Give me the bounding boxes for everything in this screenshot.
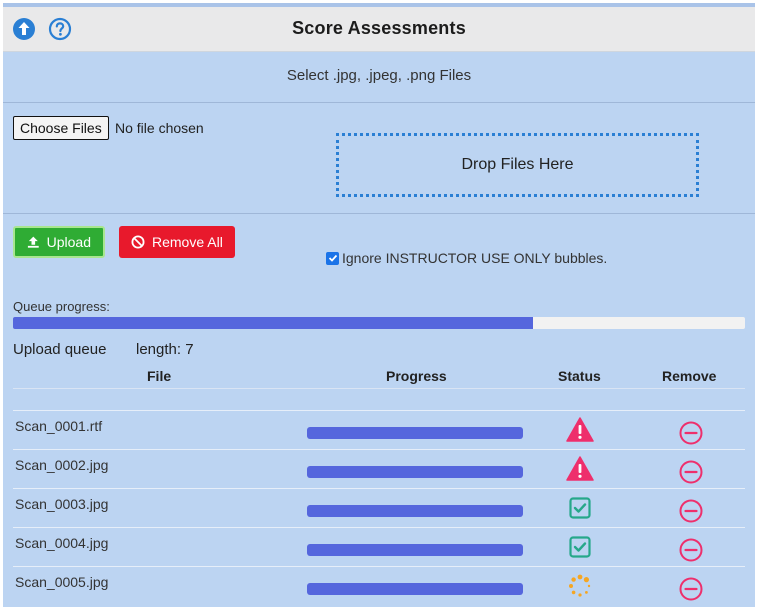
warning-icon — [566, 455, 594, 483]
file-name: Scan_0004.jpg — [15, 535, 109, 551]
table-row: Scan_0005.jpg — [13, 566, 745, 606]
warning-icon — [566, 416, 594, 444]
file-progress-fill — [307, 505, 523, 517]
checkmark-icon — [328, 254, 337, 262]
file-name: Scan_0003.jpg — [15, 496, 109, 512]
file-status-text: No file chosen — [115, 120, 204, 136]
page-title: Score Assessments — [292, 18, 466, 38]
table-row: Scan_0002.jpg — [13, 449, 745, 489]
score-assessments-panel: Score Assessments Select .jpg, .jpeg, .p… — [3, 3, 755, 607]
file-progress-bar — [307, 505, 523, 517]
queue-progress-fill — [13, 317, 533, 329]
upload-label: Upload — [46, 234, 91, 250]
remove-icon[interactable] — [678, 459, 704, 485]
remove-icon[interactable] — [678, 420, 704, 446]
upload-icon — [27, 236, 39, 248]
column-header-file: File — [147, 368, 172, 384]
column-header-progress: Progress — [386, 368, 447, 384]
table-row: Scan_0003.jpg — [13, 488, 745, 528]
upload-queue-title: Upload queue — [13, 341, 107, 358]
column-header-remove: Remove — [662, 368, 717, 384]
ban-icon — [131, 235, 145, 249]
file-progress-bar — [307, 427, 523, 439]
choose-files-button[interactable]: Choose Files — [13, 116, 109, 140]
check-square-icon — [566, 494, 594, 522]
file-name: Scan_0001.rtf — [15, 418, 103, 434]
remove-icon[interactable] — [678, 576, 704, 602]
table-row: Scan_0004.jpg — [13, 527, 745, 567]
file-types-hint: Select .jpg, .jpeg, .png Files — [286, 67, 472, 84]
drop-zone[interactable]: Drop Files Here — [336, 133, 699, 197]
file-name: Scan_0002.jpg — [15, 457, 109, 473]
remove-icon[interactable] — [678, 498, 704, 524]
file-progress-fill — [307, 583, 523, 595]
titlebar: Score Assessments — [3, 7, 755, 52]
file-progress-bar — [307, 583, 523, 595]
remove-all-label: Remove All — [152, 234, 223, 250]
check-square-icon — [566, 533, 594, 561]
ignore-instructor-checkbox[interactable] — [326, 251, 339, 265]
file-progress-fill — [307, 427, 523, 439]
file-progress-fill — [307, 466, 523, 478]
spinner-icon — [566, 572, 594, 600]
queue-progress-bar — [13, 317, 745, 329]
drop-zone-label: Drop Files Here — [461, 156, 574, 173]
column-header-status: Status — [558, 368, 601, 384]
queue-length: length: 7 — [136, 341, 194, 358]
file-progress-fill — [307, 544, 523, 556]
file-selection-area: Choose Files No file chosen Drop Files H… — [3, 103, 755, 214]
ignore-instructor-label: Ignore INSTRUCTOR USE ONLY bubbles. — [342, 250, 608, 266]
header-divider — [13, 388, 745, 389]
file-progress-bar — [307, 466, 523, 478]
ignore-instructor-option[interactable]: Ignore INSTRUCTOR USE ONLY bubbles. — [326, 250, 607, 266]
remove-all-button[interactable]: Remove All — [119, 226, 235, 258]
subtitle-bar: Select .jpg, .jpeg, .png Files — [3, 52, 755, 103]
table-row: Scan_0001.rtf — [13, 410, 745, 450]
queue-progress-label: Queue progress: — [13, 299, 110, 314]
upload-button[interactable]: Upload — [13, 226, 105, 258]
file-name: Scan_0005.jpg — [15, 574, 109, 590]
file-progress-bar — [307, 544, 523, 556]
remove-icon[interactable] — [678, 537, 704, 563]
